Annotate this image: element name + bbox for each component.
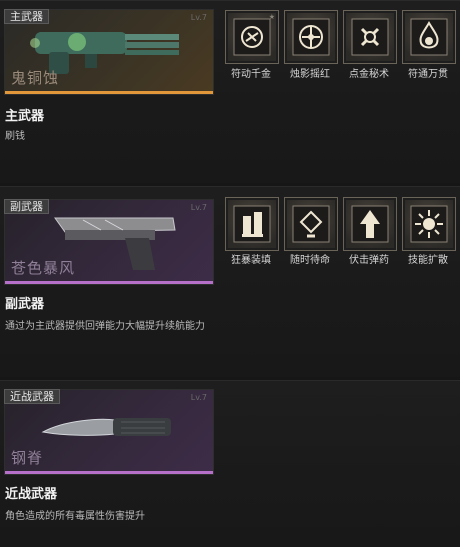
secondary-weapon-section: Lv.7 苍色暴风 副武器 狂暴装填 随时待命 伏击弹药 技能扩散 副武器 通过… [0, 186, 460, 377]
section-title: 副武器 [5, 297, 45, 312]
skill-level-label: ★ [268, 13, 275, 21]
weapon-level-label: Lv.7 [190, 393, 207, 402]
weapon-name: 鬼铜蚀 [11, 69, 60, 87]
skill-label-1: 狂暴装填 [231, 255, 271, 266]
skill-label-2: 烛影摇红 [290, 69, 330, 80]
weapon-type-tag: 副武器 [4, 199, 49, 214]
skill-slot-4[interactable] [402, 197, 456, 251]
section-title: 近战武器 [5, 487, 58, 502]
skill-slot-1[interactable]: ★ [225, 10, 279, 64]
weapon-level-label: Lv.7 [190, 203, 207, 212]
section-title: 主武器 [5, 109, 45, 124]
weapon-name: 钢脊 [11, 449, 44, 467]
weapon-type-tag: 近战武器 [4, 389, 60, 404]
section-description: 角色造成的所有毒属性伤害提升 [5, 511, 145, 522]
section-description: 通过为主武器提供回弹能力大幅提升续航能力 [5, 321, 205, 332]
skill-label-3: 点金秘术 [349, 69, 389, 80]
skill-slot-1[interactable] [225, 197, 279, 251]
weapon-type-tag: 主武器 [4, 9, 49, 24]
skill-slot-2[interactable] [284, 197, 338, 251]
rarity-bar [5, 91, 213, 94]
skill-label-4: 技能扩散 [408, 255, 448, 266]
skill-label-4: 符通万贯 [408, 69, 448, 80]
rarity-bar [5, 471, 213, 474]
skill-slot-3[interactable] [343, 10, 397, 64]
skill-label-1: 符动千金 [231, 69, 271, 80]
melee-weapon-section: Lv.7 钢脊 近战武器 近战武器 角色造成的所有毒属性伤害提升 [0, 380, 460, 547]
weapon-level-label: Lv.7 [190, 13, 207, 22]
primary-weapon-section: Lv.7 鬼铜蚀 主武器 ★ 符动千金 烛影摇红 点金秘术 符通万贯 主武器 刷… [0, 0, 460, 183]
skill-spread-icon [410, 205, 448, 243]
skill-slot-2[interactable] [284, 10, 338, 64]
skill-label-3: 伏击弹药 [349, 255, 389, 266]
rarity-bar [5, 281, 213, 284]
skill-slot-3[interactable] [343, 197, 397, 251]
frenzy-reload-icon [233, 205, 271, 243]
section-description: 刷钱 [5, 131, 25, 142]
skill-label-2: 随时待命 [290, 255, 330, 266]
weapon-name: 苍色暴风 [11, 259, 76, 277]
skill-slot-4[interactable] [402, 10, 456, 64]
talisman-fortune-icon [410, 18, 448, 56]
candle-shadow-icon [292, 18, 330, 56]
ambush-ammo-icon [351, 205, 389, 243]
golden-touch-icon [351, 18, 389, 56]
standby-icon [292, 205, 330, 243]
